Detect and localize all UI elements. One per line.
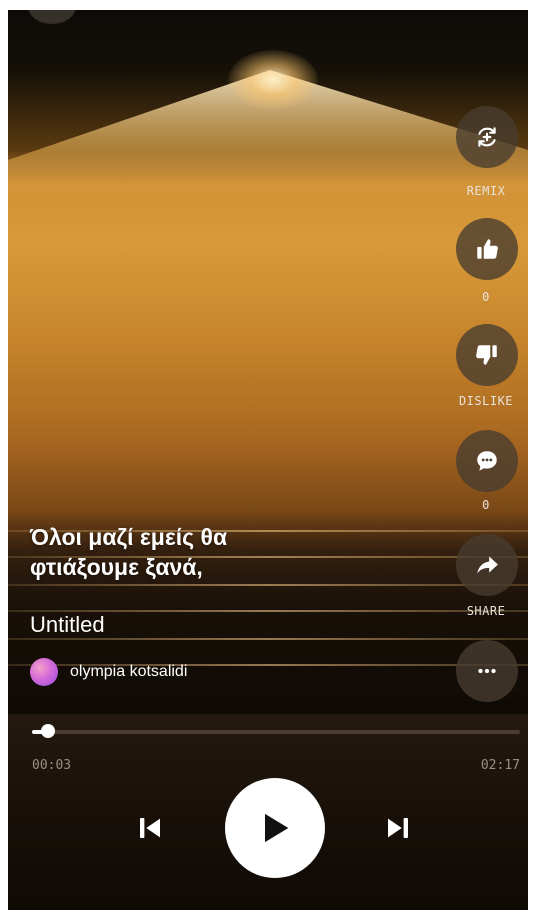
like-button[interactable] — [456, 218, 518, 280]
share-button[interactable] — [456, 534, 518, 596]
player-screen: Όλοι μαζί εμείς θα φτιάξουμε ξανά, Untit… — [8, 10, 528, 910]
thumbs-up-icon — [477, 239, 498, 259]
progress-knob[interactable] — [40, 724, 55, 738]
previous-button[interactable] — [130, 808, 170, 848]
comment-icon — [477, 451, 497, 471]
remix-icon — [478, 127, 496, 147]
lyric-line-1: Όλοι μαζί εμείς θα — [30, 524, 228, 550]
artist-row[interactable]: olympia kotsalidi — [30, 658, 187, 686]
remix-label: REMIX — [466, 184, 506, 198]
dislike-button[interactable] — [456, 324, 518, 386]
remix-button[interactable] — [456, 106, 518, 168]
progress-track[interactable] — [32, 730, 520, 734]
comment-count: 0 — [482, 498, 490, 512]
share-arrow-icon — [477, 556, 498, 574]
play-icon — [265, 813, 289, 843]
total-time: 02:17 — [480, 758, 520, 773]
avatar[interactable] — [30, 658, 58, 686]
next-button[interactable] — [378, 808, 418, 848]
light-cone — [8, 70, 528, 270]
light-glow — [228, 50, 318, 110]
share-label: SHARE — [466, 604, 506, 618]
track-title[interactable]: Untitled — [30, 612, 105, 638]
dislike-label: DISLIKE — [458, 394, 514, 408]
comment-button[interactable] — [456, 430, 518, 492]
play-button[interactable] — [225, 778, 325, 878]
more-button[interactable] — [456, 640, 518, 702]
more-dots-icon — [478, 668, 496, 674]
lyrics-overlay: Όλοι μαζί εμείς θα φτιάξουμε ξανά, — [30, 522, 330, 582]
thumbs-down-icon — [476, 345, 497, 365]
current-time: 00:03 — [32, 758, 72, 773]
like-count: 0 — [482, 290, 490, 304]
skip-next-icon — [388, 818, 408, 838]
skip-previous-icon — [140, 818, 160, 838]
artist-name[interactable]: olympia kotsalidi — [70, 663, 187, 681]
player-controls: 00:03 02:17 — [8, 714, 528, 910]
lyric-line-2: φτιάξουμε ξανά, — [30, 554, 203, 580]
